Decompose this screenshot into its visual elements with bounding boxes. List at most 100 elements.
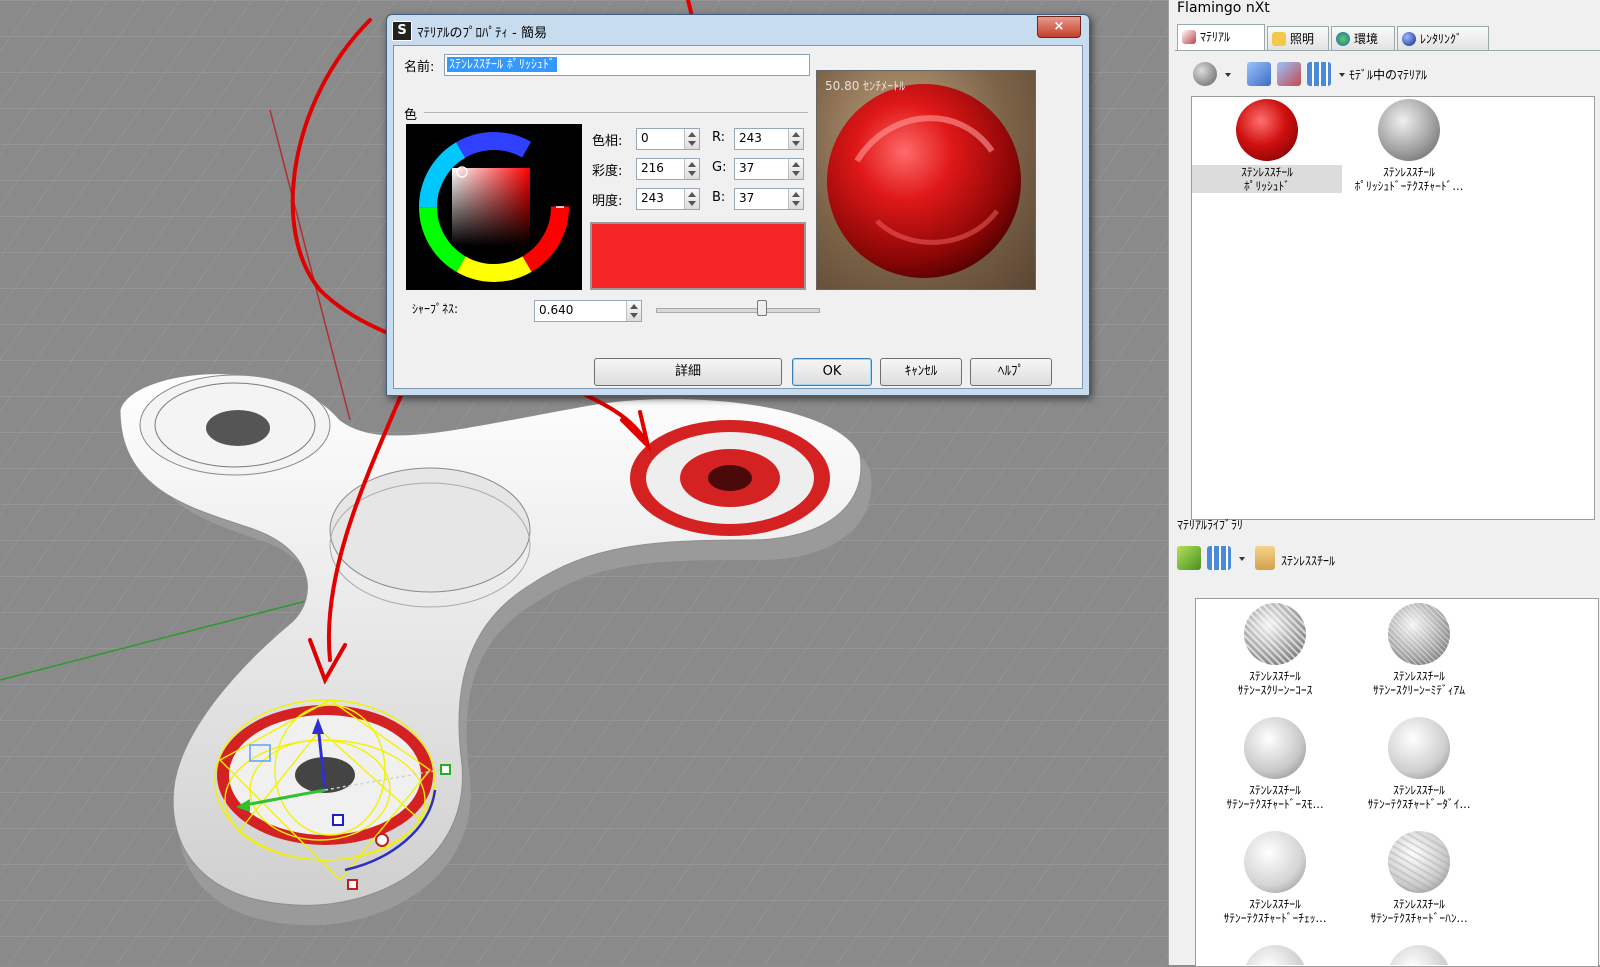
library-thumb-3[interactable] (1388, 717, 1450, 779)
library-item-0[interactable]: ｽﾃﾝﾚｽｽﾁｰﾙ ｻﾃﾝｰｽｸﾘｰﾝｰｺｰｽ (1200, 669, 1350, 697)
red-value: 243 (739, 131, 762, 145)
library-item-3[interactable]: ｽﾃﾝﾚｽｽﾁｰﾙ ｻﾃﾝｰﾃｸｽﾁｬｰﾄﾞｰﾀﾞｲ... (1344, 783, 1494, 811)
library-thumb-5[interactable] (1388, 831, 1450, 893)
library-up-icon[interactable] (1177, 546, 1201, 570)
library-thumb-6[interactable] (1244, 945, 1306, 965)
saturation-spinner[interactable] (684, 159, 699, 179)
library-item-1[interactable]: ｽﾃﾝﾚｽｽﾁｰﾙ ｻﾃﾝｰｽｸﾘｰﾝｰﾐﾃﾞｨｱﾑ (1344, 669, 1494, 697)
material-name-line2: ﾎﾟﾘｯｼｭﾄﾞ (1244, 179, 1290, 193)
rendering-icon (1402, 32, 1416, 46)
detail-button[interactable]: 詳細 (594, 358, 782, 386)
hue-label: 色相: (592, 134, 623, 149)
tab-rendering[interactable]: ﾚﾝﾀﾘﾝｸﾞ (1397, 26, 1489, 50)
model-materials-dropdown[interactable]: ﾓﾃﾞﾙ中のﾏﾃﾘｱﾙ (1349, 66, 1427, 83)
sharpness-label: ｼｬｰﾌﾟﾈｽ: (412, 302, 459, 316)
view-mode-icon[interactable] (1307, 62, 1331, 86)
tab-lighting-label: 照明 (1290, 32, 1315, 46)
material-preview: 50.80 ｾﾝﾁﾒｰﾄﾙ (816, 70, 1036, 290)
name-input[interactable]: ｽﾃﾝﾚｽｽﾁｰﾙ ﾎﾟﾘｯｼｭﾄﾞ (444, 54, 810, 76)
green-spinner[interactable] (788, 159, 803, 179)
material-thumb-polished[interactable] (1236, 99, 1298, 161)
sharpness-slider-track[interactable] (656, 308, 820, 313)
dialog-title: ﾏﾃﾘｱﾙのﾌﾟﾛﾊﾟﾃｨ - 簡易 (417, 26, 547, 41)
material-library-list[interactable]: ｽﾃﾝﾚｽｽﾁｰﾙ ｻﾃﾝｰｽｸﾘｰﾝｰｺｰｽ ｽﾃﾝﾚｽｽﾁｰﾙ ｻﾃﾝｰｽｸﾘｰ… (1195, 598, 1599, 967)
saturation-value: 216 (641, 161, 664, 175)
library-folder-name: ｽﾃﾝﾚｽｽﾁｰﾙ (1281, 554, 1336, 568)
library-item-4[interactable]: ｽﾃﾝﾚｽｽﾁｰﾙ ｻﾃﾝｰﾃｸｽﾁｬｰﾄﾞｰﾁｪｯ... (1200, 897, 1350, 925)
hue-input[interactable]: 0 (636, 128, 700, 150)
delete-material-icon[interactable] (1277, 62, 1301, 86)
light-icon (1272, 32, 1286, 46)
close-icon: × (1053, 19, 1065, 34)
blue-spinner[interactable] (788, 189, 803, 209)
library-thumb-4[interactable] (1244, 831, 1306, 893)
dialog-titlebar[interactable]: S ﾏﾃﾘｱﾙのﾌﾟﾛﾊﾟﾃｨ - 簡易 × (387, 15, 1089, 45)
tab-strip-line (1175, 50, 1600, 51)
color-wheel-picker[interactable] (406, 124, 582, 290)
sharpness-spinner[interactable] (626, 301, 641, 321)
tab-environment[interactable]: 環境 (1331, 26, 1395, 50)
green-input[interactable]: 37 (734, 158, 804, 180)
red-label: R: (712, 130, 726, 145)
color-swatch[interactable] (590, 222, 806, 290)
green-label: G: (712, 160, 727, 175)
material-item-polished-textured[interactable]: ｽﾃﾝﾚｽｽﾁｰﾙ ﾎﾟﾘｯｼｭﾄﾞｰﾃｸｽﾁｬｰﾄﾞ... (1334, 165, 1484, 193)
spinner-center-hub (329, 467, 531, 593)
library-thumb-1[interactable] (1388, 603, 1450, 665)
red-spinner[interactable] (788, 129, 803, 149)
preview-scale-caption: 50.80 ｾﾝﾁﾒｰﾄﾙ (825, 79, 906, 93)
new-material-icon[interactable] (1247, 62, 1271, 86)
material-name-line1: ｽﾃﾝﾚｽｽﾁｰﾙ (1393, 783, 1445, 797)
material-item-polished[interactable]: ｽﾃﾝﾚｽｽﾁｰﾙ ﾎﾟﾘｯｼｭﾄﾞ (1192, 165, 1342, 193)
blue-input[interactable]: 37 (734, 188, 804, 210)
help-button[interactable]: ﾍﾙﾌﾟ (970, 358, 1052, 386)
material-name-line1: ｽﾃﾝﾚｽｽﾁｰﾙ (1393, 897, 1445, 911)
name-label: 名前: (404, 60, 435, 75)
material-name-line2: ｻﾃﾝｰﾃｸｽﾁｬｰﾄﾞｰﾁｪｯ... (1223, 911, 1327, 925)
brightness-value: 243 (641, 191, 664, 205)
close-button[interactable]: × (1037, 16, 1081, 38)
sharpness-input[interactable]: 0.640 (534, 300, 642, 322)
ok-button[interactable]: OK (792, 358, 872, 386)
brightness-input[interactable]: 243 (636, 188, 700, 210)
material-thumb-polished-textured[interactable] (1378, 99, 1440, 161)
library-thumb-2[interactable] (1244, 717, 1306, 779)
library-view-chevron-icon[interactable] (1239, 557, 1245, 561)
material-name-line1: ｽﾃﾝﾚｽｽﾁｰﾙ (1393, 669, 1445, 683)
model-dropdown-chevron-icon[interactable] (1339, 73, 1345, 77)
preview-sphere (827, 84, 1021, 278)
tab-material-label: ﾏﾃﾘｱﾙ (1200, 30, 1231, 44)
material-name-line2: ｻﾃﾝｰﾃｸｽﾁｬｰﾄﾞｰｽﾓ... (1226, 797, 1324, 811)
material-name-line1: ｽﾃﾝﾚｽｽﾁｰﾙ (1249, 897, 1301, 911)
green-value: 37 (739, 161, 755, 175)
panel-title: Flamingo nXt (1177, 0, 1270, 16)
material-name-line1: ｽﾃﾝﾚｽｽﾁｰﾙ (1241, 165, 1293, 179)
red-input[interactable]: 243 (734, 128, 804, 150)
library-thumb-0[interactable] (1244, 603, 1306, 665)
library-item-5[interactable]: ｽﾃﾝﾚｽｽﾁｰﾙ ｻﾃﾝｰﾃｸｽﾁｬｰﾄﾞｰﾊﾝ... (1344, 897, 1494, 925)
brightness-label: 明度: (592, 194, 623, 209)
cancel-button[interactable]: ｷｬﾝｾﾙ (880, 358, 962, 386)
model-materials-list[interactable]: ｽﾃﾝﾚｽｽﾁｰﾙ ﾎﾟﾘｯｼｭﾄﾞ ｽﾃﾝﾚｽｽﾁｰﾙ ﾎﾟﾘｯｼｭﾄﾞｰﾃｸｽﾁ… (1191, 96, 1595, 520)
material-properties-dialog[interactable]: S ﾏﾃﾘｱﾙのﾌﾟﾛﾊﾟﾃｨ - 簡易 × 名前: ｽﾃﾝﾚｽｽﾁｰﾙ ﾎﾟﾘ… (386, 14, 1090, 396)
tab-lighting[interactable]: 照明 (1267, 26, 1329, 50)
material-library-title: ﾏﾃﾘｱﾙﾗｲﾌﾞﾗﾘ (1177, 518, 1244, 532)
material-name-line2: ｻﾃﾝｰﾃｸｽﾁｬｰﾄﾞｰﾀﾞｲ... (1367, 797, 1471, 811)
saturation-input[interactable]: 216 (636, 158, 700, 180)
hue-spinner[interactable] (684, 129, 699, 149)
tab-material[interactable]: ﾏﾃﾘｱﾙ (1177, 24, 1265, 51)
brightness-spinner[interactable] (684, 189, 699, 209)
rhino-app-icon: S (392, 21, 412, 41)
name-input-value: ｽﾃﾝﾚｽｽﾁｰﾙ ﾎﾟﾘｯｼｭﾄﾞ (447, 57, 557, 72)
environment-icon (1336, 32, 1350, 46)
chevron-down-icon[interactable] (1225, 73, 1231, 77)
material-name-line1: ｽﾃﾝﾚｽｽﾁｰﾙ (1249, 783, 1301, 797)
material-name-line1: ｽﾃﾝﾚｽｽﾁｰﾙ (1249, 669, 1301, 683)
library-view-icon[interactable] (1207, 546, 1231, 570)
sharpness-slider-thumb[interactable] (756, 300, 767, 316)
tab-environment-label: 環境 (1354, 32, 1379, 46)
library-item-2[interactable]: ｽﾃﾝﾚｽｽﾁｰﾙ ｻﾃﾝｰﾃｸｽﾁｬｰﾄﾞｰｽﾓ... (1200, 783, 1350, 811)
sphere-preview-icon[interactable] (1193, 62, 1217, 86)
library-thumb-7[interactable] (1388, 945, 1450, 965)
material-name-line2: ｻﾃﾝｰｽｸﾘｰﾝｰﾐﾃﾞｨｱﾑ (1373, 683, 1465, 697)
